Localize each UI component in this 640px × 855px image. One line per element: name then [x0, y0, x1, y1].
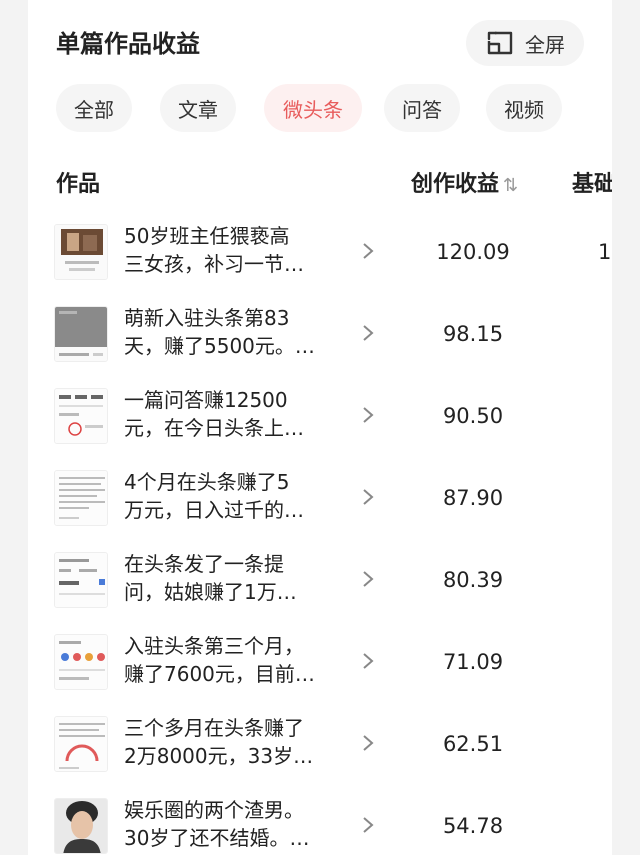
income-value: 87.90 [442, 486, 504, 510]
table-row[interactable]: 50岁班主任猥亵高 三女孩，补习一节… 120.09 1 [28, 218, 612, 300]
work-title: 萌新入驻头条第83 天，赚了5500元。… [124, 304, 340, 360]
chevron-right-icon[interactable] [360, 816, 376, 834]
column-header-income[interactable]: 创作收益 ⇅ [411, 166, 518, 198]
income-value: 62.51 [442, 732, 504, 756]
gauge-thumbnail [54, 716, 108, 772]
column-header-work: 作品 [56, 172, 101, 197]
work-title-line: 万元，日入过千的… [124, 498, 304, 522]
tab-micro-posts[interactable]: 微头条 [264, 84, 362, 132]
work-title: 4个月在头条赚了5 万元，日入过千的… [124, 468, 340, 524]
screenshot-thumbnail [54, 306, 108, 362]
table-row[interactable]: 娱乐圈的两个渣男。 30岁了还不结婚。… 54.78 [28, 792, 612, 855]
icons-thumbnail [54, 634, 108, 690]
income-value: 90.50 [442, 404, 504, 428]
work-title-line: 50岁班主任猥亵高 [124, 224, 290, 248]
work-title-line: 萌新入驻头条第83 [124, 306, 290, 330]
income-value: 98.15 [442, 322, 504, 346]
chevron-right-icon[interactable] [360, 570, 376, 588]
work-title: 入驻头条第三个月， 赚了7600元，目前… [124, 632, 340, 688]
work-title: 在头条发了一条提 问，姑娘赚了1万… [124, 550, 340, 606]
work-title: 娱乐圈的两个渣男。 30岁了还不结婚。… [124, 796, 340, 852]
tab-all[interactable]: 全部 [56, 84, 132, 132]
table-row[interactable]: 萌新入驻头条第83 天，赚了5500元。… 98.15 [28, 300, 612, 382]
portrait-thumbnail [54, 798, 108, 854]
table-header: 作品 创作收益 ⇅ 基础 [28, 162, 612, 202]
table-row[interactable]: 入驻头条第三个月， 赚了7600元，目前… 71.09 [28, 628, 612, 710]
table-row[interactable]: 一篇问答赚12500 元，在今日头条上… 90.50 [28, 382, 612, 464]
tab-videos[interactable]: 视频 [486, 84, 562, 132]
table-row[interactable]: 在头条发了一条提 问，姑娘赚了1万… 80.39 [28, 546, 612, 628]
work-title-line: 在头条发了一条提 [124, 552, 284, 576]
table-row[interactable]: 4个月在头条赚了5 万元，日入过千的… 87.90 [28, 464, 612, 546]
fullscreen-button[interactable]: 全屏 [466, 20, 584, 66]
tab-qa[interactable]: 问答 [384, 84, 460, 132]
work-title-line: 三女孩，补习一节… [124, 252, 304, 276]
chevron-right-icon[interactable] [360, 488, 376, 506]
income-value: 80.39 [442, 568, 504, 592]
chevron-right-icon[interactable] [360, 734, 376, 752]
work-title-line: 入驻头条第三个月， [124, 634, 304, 658]
chevron-right-icon[interactable] [360, 652, 376, 670]
text-thumbnail [54, 470, 108, 526]
work-title: 一篇问答赚12500 元，在今日头条上… [124, 386, 340, 442]
app-thumbnail [54, 552, 108, 608]
work-title-line: 元，在今日头条上… [124, 416, 304, 440]
chevron-right-icon[interactable] [360, 324, 376, 342]
work-title: 三个多月在头条赚了 2万8000元，33岁… [124, 714, 340, 770]
work-title-line: 赚了7600元，目前… [124, 662, 315, 686]
fullscreen-icon [485, 29, 515, 57]
income-value: 71.09 [442, 650, 504, 674]
photo-thumbnail [54, 224, 108, 280]
chevron-right-icon[interactable] [360, 242, 376, 260]
table-row[interactable]: 三个多月在头条赚了 2万8000元，33岁… 62.51 [28, 710, 612, 792]
income-value: 120.09 [436, 240, 510, 264]
sort-icon[interactable]: ⇅ [503, 175, 518, 196]
work-title-line: 天，赚了5500元。… [124, 334, 315, 358]
income-card: 单篇作品收益 全屏 全部 文章 微头条 问答 视频 作品 创作收益 ⇅ 基础 5… [28, 0, 612, 855]
stats-thumbnail [54, 388, 108, 444]
work-title-line: 一篇问答赚12500 [124, 388, 288, 412]
work-title-line: 30岁了还不结婚。… [124, 826, 310, 850]
work-title-line: 问，姑娘赚了1万… [124, 580, 297, 604]
base-income-value: 1 [598, 240, 612, 264]
work-title-line: 2万8000元，33岁… [124, 744, 314, 768]
column-header-income-label: 创作收益 [411, 172, 500, 197]
fullscreen-label: 全屏 [525, 32, 565, 57]
income-value: 54.78 [442, 814, 504, 838]
work-title: 50岁班主任猥亵高 三女孩，补习一节… [124, 222, 340, 278]
column-header-base: 基础 [572, 172, 612, 197]
category-tabs: 全部 文章 微头条 问答 视频 [28, 84, 612, 132]
page-title: 单篇作品收益 [56, 30, 200, 58]
chevron-right-icon[interactable] [360, 406, 376, 424]
work-title-line: 娱乐圈的两个渣男。 [124, 798, 304, 822]
tab-articles[interactable]: 文章 [160, 84, 236, 132]
work-title-line: 三个多月在头条赚了 [124, 716, 304, 740]
work-title-line: 4个月在头条赚了5 [124, 470, 290, 494]
